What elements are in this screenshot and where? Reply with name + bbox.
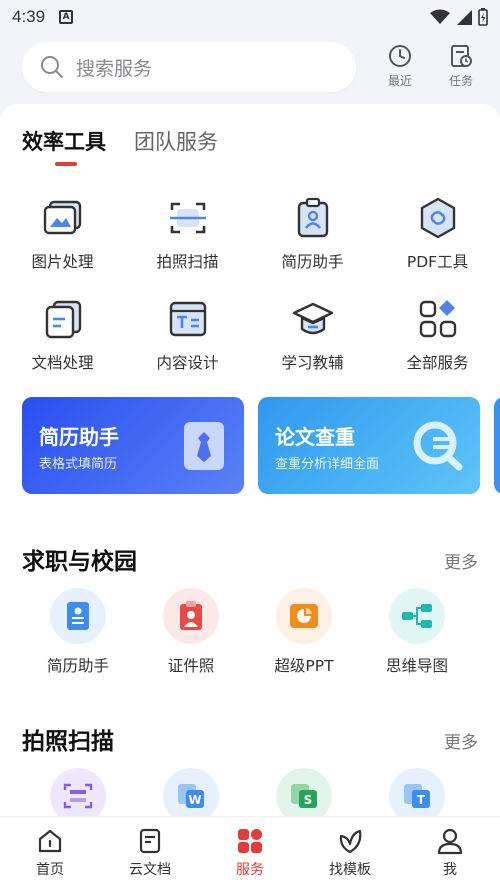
pdf-icon — [416, 196, 460, 240]
tool-label: 拍照扫描 — [156, 253, 219, 271]
banner-subtitle: 表格式填简历 — [39, 457, 118, 472]
battery-icon — [478, 8, 488, 26]
banner-next-peek[interactable] — [494, 397, 500, 494]
tool-study-aid[interactable]: 学习教辅 — [250, 297, 375, 373]
service-tabs: 效率工具 团队服务 — [22, 126, 218, 166]
service-label: 证件照 — [167, 657, 215, 675]
tool-label: 内容设计 — [156, 354, 219, 372]
resume-assistant-icon — [50, 588, 106, 644]
scan-text-icon — [50, 768, 106, 816]
signal-icon — [457, 10, 472, 25]
service-scan-to-sheet[interactable]: S — [248, 768, 360, 816]
search-input[interactable]: 搜索服务 — [22, 42, 356, 92]
task-icon — [451, 45, 472, 67]
tool-all-services[interactable]: 全部服务 — [375, 297, 500, 373]
service-scan-text[interactable] — [22, 768, 134, 816]
nav-label: 首页 — [36, 862, 64, 878]
svg-text:W: W — [188, 793, 201, 807]
nav-label: 找模板 — [329, 862, 371, 878]
wifi-icon — [430, 9, 450, 24]
status-icons — [430, 8, 488, 26]
graduation-cap-icon — [291, 297, 335, 341]
service-resume-assistant[interactable]: 简历助手 — [22, 588, 134, 676]
resume-document-icon — [184, 422, 224, 470]
nav-label: 服务 — [236, 862, 264, 878]
status-time: 4:39 — [12, 7, 46, 26]
tool-photo-scan[interactable]: 拍照扫描 — [125, 196, 250, 272]
tool-label: 文档处理 — [31, 354, 94, 372]
service-id-photo[interactable]: 证件照 — [135, 588, 247, 676]
scan-to-sheet-icon: S — [276, 768, 332, 816]
more-link-jobs[interactable]: 更多 — [444, 548, 478, 573]
recent-label: 最近 — [387, 74, 412, 88]
clock-icon — [389, 45, 411, 67]
tool-document-processing[interactable]: 文档处理 — [0, 297, 125, 373]
banner-title: 论文查重 — [275, 425, 355, 449]
search-icon — [41, 56, 63, 78]
bottom-navigation: 首页 云文档 服务 找模板 我 — [0, 816, 500, 888]
mind-map-icon — [389, 588, 445, 644]
document-icon — [41, 297, 85, 341]
nav-services[interactable]: 服务 — [200, 817, 300, 888]
nav-me[interactable]: 我 — [400, 817, 500, 888]
scan-to-word-icon: W — [163, 768, 219, 816]
nav-templates[interactable]: 找模板 — [300, 817, 400, 888]
tab-team-services[interactable]: 团队服务 — [134, 126, 218, 156]
tool-pdf[interactable]: PDF工具 — [375, 196, 500, 272]
svg-text:T: T — [417, 793, 426, 807]
recent-button[interactable]: 最近 — [380, 44, 420, 89]
service-label: 超级PPT — [274, 657, 334, 675]
tool-label: 图片处理 — [31, 253, 94, 271]
tab-efficiency-tools[interactable]: 效率工具 — [22, 126, 106, 166]
status-bar: 4:39 A — [0, 0, 500, 34]
services-grid-icon — [238, 829, 262, 853]
service-mind-map[interactable]: 思维导图 — [361, 588, 473, 676]
more-link-scan[interactable]: 更多 — [444, 728, 478, 753]
banner-resume-assistant[interactable]: 简历助手 表格式填简历 — [22, 397, 244, 494]
id-photo-icon — [163, 588, 219, 644]
scan-icon — [166, 196, 210, 240]
scan-to-text-icon: T — [389, 768, 445, 816]
tool-content-design[interactable]: 内容设计 — [125, 297, 250, 373]
tool-label: 全部服务 — [406, 354, 469, 372]
tool-resume-assistant[interactable]: 简历助手 — [250, 196, 375, 272]
tasks-label: 任务 — [448, 74, 473, 88]
tool-label: 学习教辅 — [281, 354, 344, 372]
tasks-button[interactable]: 任务 — [441, 44, 481, 89]
services-panel: 效率工具 团队服务 图片处理 拍照扫描 简历助手 PDF工具 文档处理 内容设计… — [0, 104, 500, 816]
tool-image-processing[interactable]: 图片处理 — [0, 196, 125, 272]
leaf-icon — [339, 829, 362, 854]
nav-home[interactable]: 首页 — [0, 817, 100, 888]
design-icon — [166, 297, 210, 341]
service-scan-to-text[interactable]: T — [361, 768, 473, 816]
tool-label: PDF工具 — [406, 253, 469, 271]
search-placeholder: 搜索服务 — [76, 57, 153, 80]
notification-icon: A — [59, 10, 74, 24]
all-services-icon — [416, 297, 460, 341]
home-icon — [38, 829, 62, 853]
service-scan-to-word[interactable]: W — [135, 768, 247, 816]
nav-label: 云文档 — [129, 862, 171, 878]
section-title-scan: 拍照扫描 — [22, 729, 114, 755]
resume-icon — [291, 196, 335, 240]
top-bar: 搜索服务 最近 任务 — [0, 34, 500, 104]
nav-label: 我 — [443, 862, 457, 878]
banner-paper-check[interactable]: 论文查重 查重分析详细全面 — [258, 397, 480, 494]
tool-label: 简历助手 — [281, 253, 344, 271]
ppt-icon — [276, 588, 332, 644]
service-label: 简历助手 — [46, 657, 109, 675]
nav-cloud-docs[interactable]: 云文档 — [100, 817, 200, 888]
banner-title: 简历助手 — [39, 425, 119, 449]
svg-text:S: S — [304, 793, 313, 807]
section-title-jobs: 求职与校园 — [22, 549, 137, 575]
magnifier-icon — [413, 421, 463, 471]
cloud-doc-icon — [139, 828, 161, 854]
banner-subtitle: 查重分析详细全面 — [275, 457, 380, 472]
service-super-ppt[interactable]: 超级PPT — [248, 588, 360, 676]
user-icon — [437, 828, 463, 855]
service-label: 思维导图 — [385, 657, 448, 675]
image-icon — [41, 196, 85, 240]
